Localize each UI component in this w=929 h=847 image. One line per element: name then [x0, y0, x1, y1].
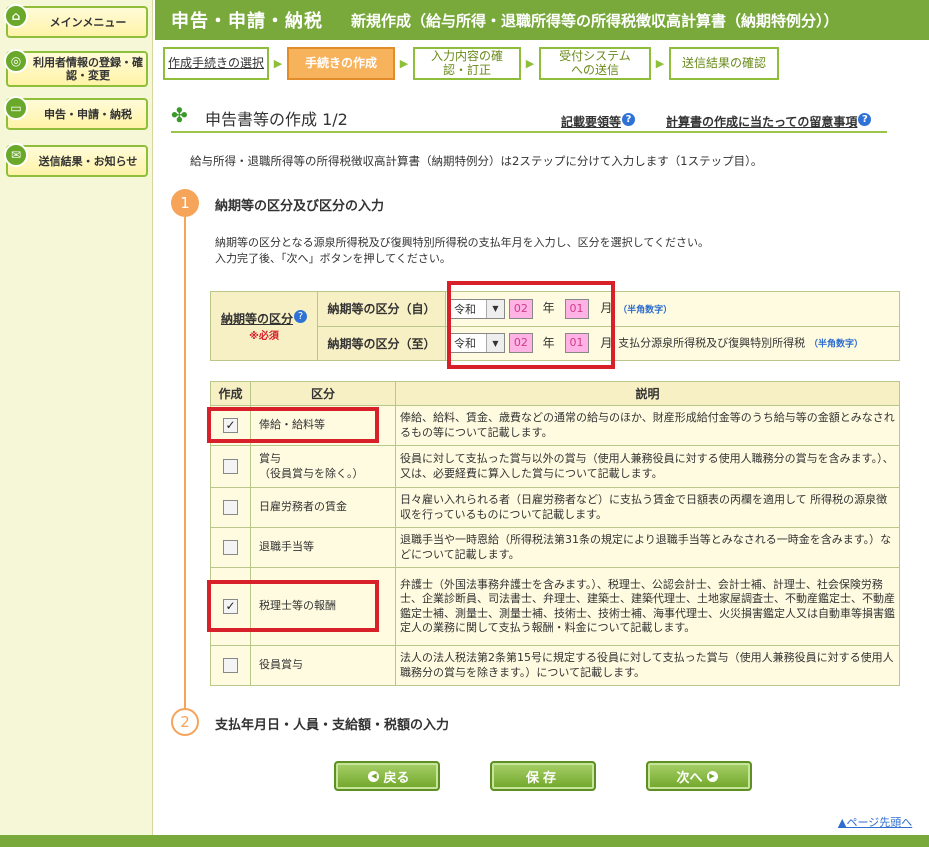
desc-cell: 役員に対して支払った賞与以外の賞与（使用人兼務役員に対する使用人職務分の賞与を含… — [395, 445, 900, 488]
arrow-right-icon: ▶ — [399, 56, 409, 70]
question-icon: ? — [858, 113, 872, 126]
header-bar: 申告・申請・納税 新規作成（給与所得・退職所得等の所得税徴収高計算書（納期特例分… — [155, 0, 929, 40]
save-button-label: 保存 — [525, 770, 560, 786]
section1-title: 納期等の区分及び区分の入力 — [215, 199, 385, 214]
step-label: 手続きの作成 — [304, 56, 377, 70]
back-button[interactable]: ◀ 戻る — [334, 761, 440, 791]
question-icon[interactable]: ? — [294, 310, 307, 323]
desc-cell: 俸給、給料、賃金、歳費などの通常の給与のほか、財産形成給付金等のうち給与等の金額… — [395, 405, 900, 446]
period-suffix: 支払分源泉所得税及び復興特別所得税 — [618, 336, 806, 350]
arrow-right-icon: ▶ — [525, 56, 535, 70]
hankaku-note: （半角数字） — [618, 305, 673, 316]
desc-cell: 法人の法人税法第2条第15号に規定する役員に対して支払った賞与（使用人兼務役員に… — [395, 645, 900, 686]
header-title: 申告・申請・納税 — [171, 11, 323, 32]
page-top-link[interactable]: ▲ページ先頭へ — [838, 814, 912, 830]
checkbox-cell — [210, 527, 251, 568]
arrow-right-icon: ▶ — [655, 56, 665, 70]
step-connector — [184, 217, 186, 709]
col-header-desc: 説明 — [395, 381, 900, 406]
period-label-cell: 納期等の区分? ※必須 — [210, 291, 318, 361]
back-button-label: 戻る — [383, 770, 410, 786]
period-label[interactable]: 納期等の区分 — [221, 312, 293, 326]
sidebar-item-user-info[interactable]: ◎ 利用者情報の登録・確認・変更 — [4, 49, 148, 87]
header-subtitle: 新規作成（給与所得・退職所得等の所得税徴収高計算書（納期特例分）） — [351, 11, 839, 30]
kubun-cell: 日雇労務者の賃金 — [250, 487, 396, 528]
checkbox-officer-bonus[interactable] — [223, 658, 238, 673]
help-link-notes[interactable]: 計算書の作成に当たっての留意事項? — [666, 113, 872, 130]
col-header-kubun: 区分 — [250, 381, 396, 406]
step-create-procedure: 手続きの作成 — [287, 46, 395, 80]
sidebar-item-results[interactable]: ✉ 送信結果・お知らせ — [4, 143, 148, 177]
step-result: 送信結果の確認 — [669, 46, 779, 80]
sidebar-item-label: メインメニュー — [49, 15, 127, 29]
period-from-label: 納期等の区分（自） — [317, 291, 446, 327]
next-button[interactable]: 次へ ▶ — [646, 761, 752, 791]
footer-bar — [0, 835, 929, 847]
kubun-cell: 退職手当等 — [250, 527, 396, 568]
highlight-box-salary — [207, 407, 379, 443]
next-button-label: 次へ — [676, 770, 703, 786]
desc-cell: 日々雇い入れられる者（日雇労務者など）に支払う賃金で日額表の丙欄を適用して 所得… — [395, 487, 900, 528]
intro-text: 給与所得・退職所得等の所得税徴収高計算書（納期特例分）は2ステップに分けて入力し… — [190, 154, 763, 168]
period-to-label: 納期等の区分（至） — [317, 325, 446, 361]
help-link-guide[interactable]: 記載要領等? — [561, 113, 636, 130]
step-send: 受付システムへの送信 — [539, 46, 651, 80]
table-row: 役員賞与 法人の法人税法第2条第15号に規定する役員に対して支払った賞与（使用人… — [210, 645, 900, 686]
help-link-label: 記載要領等 — [561, 115, 622, 129]
step-confirm: 入力内容の確認・訂正 — [413, 46, 521, 80]
hankaku-note: （半角数字） — [809, 339, 864, 350]
checkbox-cell — [210, 645, 251, 686]
sidebar-item-filing[interactable]: ▭ 申告・申請・納税 — [4, 96, 148, 130]
step-select-procedure[interactable]: 作成手続きの選択 — [163, 46, 269, 80]
sidebar-item-label: 利用者情報の登録・確認・変更 — [33, 56, 143, 82]
save-button[interactable]: 保存 — [490, 761, 596, 791]
section1-desc-line1: 納期等の区分となる源泉所得税及び復興特別所得税の支払年月を入力し、区分を選択して… — [215, 236, 710, 249]
checkbox-retirement[interactable] — [223, 540, 238, 555]
step-number-1: 1 — [171, 189, 199, 217]
question-icon: ? — [622, 113, 636, 126]
sidebar-item-main-menu[interactable]: ⌂ メインメニュー — [4, 4, 148, 38]
arrow-left-icon: ◀ — [368, 770, 380, 782]
step-label: 入力内容の確認・訂正 — [431, 49, 504, 77]
table-row: 退職手当等 退職手当や一時恩給（所得税法第31条の規定により退職手当等とみなされ… — [210, 527, 900, 568]
page-title: 申告書等の作成 1/2 — [205, 110, 348, 129]
page-heading: ✤ 申告書等の作成 1/2 記載要領等? 計算書の作成に当たっての留意事項? — [171, 103, 887, 133]
table-row: 日雇労務者の賃金 日々雇い入れられる者（日雇労務者など）に支払う賃金で日額表の丙… — [210, 487, 900, 528]
table-row: 賞与 （役員賞与を除く。） 役員に対して支払った賞与以外の賞与（使用人兼務役員に… — [210, 445, 900, 488]
step-label: 送信結果の確認 — [681, 56, 766, 70]
sidebar-item-label: 送信結果・お知らせ — [38, 154, 138, 168]
checkbox-bonus[interactable] — [223, 459, 238, 474]
step-progress: 作成手続きの選択 ▶ 手続きの作成 ▶ 入力内容の確認・訂正 ▶ 受付システムへ… — [163, 46, 779, 80]
step-label: 受付システムへの送信 — [559, 49, 631, 77]
help-link-label: 計算書の作成に当たっての留意事項 — [666, 115, 858, 129]
page-top-label: ページ先頭へ — [846, 816, 913, 829]
sidebar: ⌂ メインメニュー ◎ 利用者情報の登録・確認・変更 ▭ 申告・申請・納税 ✉ … — [0, 0, 153, 835]
sidebar-item-label: 申告・申請・納税 — [44, 107, 132, 121]
desc-cell: 退職手当や一時恩給（所得税法第31条の規定により退職手当等とみなされる一時金を含… — [395, 527, 900, 568]
clover-icon: ✤ — [171, 103, 188, 127]
arrow-right-icon: ▶ — [706, 770, 718, 782]
col-header-create: 作成 — [210, 381, 251, 406]
highlight-box-period — [447, 281, 615, 369]
kubun-cell: 賞与 （役員賞与を除く。） — [250, 445, 396, 488]
section2-title: 支払年月日・人員・支給額・税額の入力 — [215, 718, 450, 733]
settings-icon: ◎ — [4, 49, 28, 73]
step-number-2: 2 — [171, 708, 199, 736]
kubun-cell: 役員賞与 — [250, 645, 396, 686]
highlight-box-tax-accountant — [207, 580, 379, 632]
checkbox-day-labor[interactable] — [223, 500, 238, 515]
checkbox-cell — [210, 487, 251, 528]
checkbox-cell — [210, 445, 251, 488]
desc-cell: 弁護士（外国法事務弁護士を含みます。）、税理士、公認会計士、会計士補、計理士、社… — [395, 567, 900, 646]
mail-icon: ✉ — [4, 143, 28, 167]
home-icon: ⌂ — [4, 4, 28, 28]
required-mark: ※必須 — [249, 331, 279, 342]
section1-desc-line2: 入力完了後、「次へ」ボタンを押してください。 — [215, 252, 451, 265]
step-label: 作成手続きの選択 — [167, 56, 264, 70]
section1-description: 納期等の区分となる源泉所得税及び復興特別所得税の支払年月を入力し、区分を選択して… — [215, 235, 709, 267]
document-icon: ▭ — [4, 96, 28, 120]
arrow-right-icon: ▶ — [273, 56, 283, 70]
